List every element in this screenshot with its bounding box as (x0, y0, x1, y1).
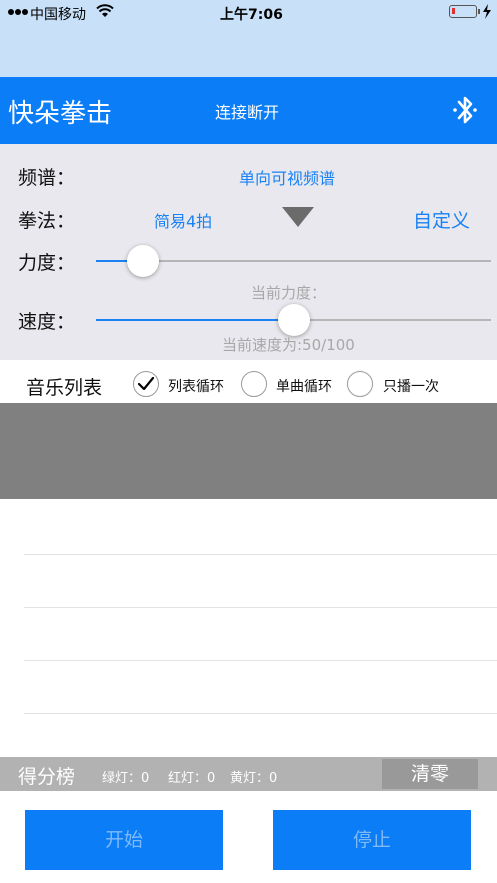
mode-radio-single-loop[interactable] (241, 371, 267, 397)
carrier-name: 中国移动 (30, 7, 86, 23)
strength-slider[interactable] (96, 244, 491, 278)
dropdown-triangle-icon[interactable] (282, 207, 314, 227)
speed-slider[interactable] (96, 303, 491, 337)
speed-hint: 当前速度为:50/100 (222, 336, 355, 354)
charging-bolt-icon (483, 4, 491, 19)
app-header: 快朵拳击 连接断开 (0, 77, 497, 144)
clear-score-button[interactable]: 清零 (382, 759, 478, 789)
custom-button[interactable]: 自定义 (413, 206, 470, 233)
spectrum-selector[interactable]: 单向可视频谱 (239, 165, 335, 189)
song-list[interactable] (0, 499, 497, 757)
score-title: 得分榜 (18, 766, 76, 788)
speed-slider-thumb[interactable] (277, 304, 310, 336)
spectrum-label: 频谱： (18, 167, 76, 189)
bluetooth-icon[interactable] (452, 92, 478, 128)
strength-hint: 当前力度： (251, 284, 327, 302)
visualizer-area (0, 403, 497, 499)
mode-label-play-once[interactable]: 只播一次 (383, 376, 439, 396)
speed-label: 速度： (18, 311, 76, 333)
speed-track-fill (96, 319, 294, 321)
start-button[interactable]: 开始 (25, 810, 223, 870)
strength-slider-thumb[interactable] (127, 245, 160, 277)
stop-button[interactable]: 停止 (273, 810, 471, 870)
list-separator (24, 660, 497, 661)
checkmark-icon (138, 377, 154, 391)
green-light-count: 绿灯：0 (102, 771, 150, 786)
list-separator (24, 713, 497, 714)
connection-status[interactable]: 连接断开 (215, 99, 279, 123)
mode-radio-play-once[interactable] (347, 371, 373, 397)
wifi-icon (96, 4, 114, 17)
score-bar: 得分榜 绿灯：0 红灯：0 黄灯：0 清零 (0, 757, 497, 791)
list-separator (24, 607, 497, 608)
red-light-count: 红灯：0 (168, 771, 216, 786)
method-label: 拳法： (18, 210, 76, 232)
status-bar: 中国移动 上午7:06 (0, 0, 497, 77)
mode-label-list-loop[interactable]: 列表循环 (168, 376, 224, 396)
settings-panel: 频谱： 单向可视频谱 拳法： 简易4拍 自定义 力度： 当前力度： 速度： 当前… (0, 144, 497, 360)
signal-strength-icon (8, 9, 30, 17)
mode-radio-list-loop[interactable] (133, 371, 159, 397)
clock: 上午7:06 (220, 7, 283, 23)
mode-label-single-loop[interactable]: 单曲循环 (276, 376, 332, 396)
battery-icon (449, 5, 480, 18)
method-selector[interactable]: 简易4拍 (154, 208, 212, 232)
music-list-title: 音乐列表 (26, 377, 103, 399)
app-title: 快朵拳击 (8, 99, 113, 129)
strength-label: 力度： (18, 252, 76, 274)
list-separator (24, 554, 497, 555)
yellow-light-count: 黄灯：0 (230, 771, 278, 786)
